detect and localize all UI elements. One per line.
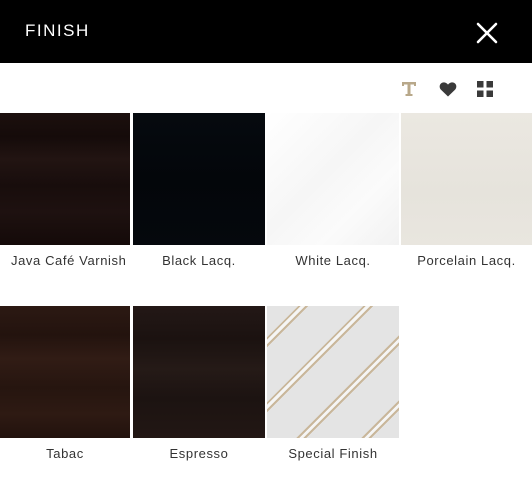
heart-icon — [439, 82, 457, 97]
close-icon — [476, 22, 498, 44]
grid-view-button[interactable] — [475, 79, 495, 99]
text-icon — [402, 82, 416, 96]
text-view-button[interactable] — [399, 79, 419, 99]
grid-icon — [477, 81, 493, 97]
finish-tile-porcelain-lacq[interactable]: Porcelain Lacq. — [401, 113, 532, 293]
finish-label: Java Café Varnish — [11, 253, 127, 268]
finish-label: Espresso — [169, 446, 229, 461]
close-button[interactable] — [474, 20, 500, 46]
finish-tile-tabac[interactable]: Tabac — [0, 306, 130, 478]
finish-swatch-espresso — [133, 306, 265, 438]
finish-swatch-tabac — [0, 306, 130, 438]
finish-tile-special-finish[interactable]: Special Finish — [267, 306, 399, 478]
finish-swatch-white-lacq — [267, 113, 399, 245]
finish-swatch-porcelain-lacq — [401, 113, 532, 245]
finish-label: Black Lacq. — [162, 253, 236, 268]
favorites-button[interactable] — [438, 79, 458, 99]
finish-label: Porcelain Lacq. — [417, 253, 516, 268]
panel-header: FINISH — [0, 0, 532, 63]
finish-tile-white-lacq[interactable]: White Lacq. — [267, 113, 399, 293]
finish-label: Special Finish — [288, 446, 378, 461]
finish-tile-espresso[interactable]: Espresso — [133, 306, 265, 478]
finish-tile-java-cafe-varnish[interactable]: Java Café Varnish — [0, 113, 130, 293]
finish-swatch-special-finish — [267, 306, 399, 438]
finish-swatch-black-lacq — [133, 113, 265, 245]
panel-title: FINISH — [25, 21, 90, 40]
finish-label: Tabac — [46, 446, 84, 461]
finish-swatch-java-cafe-varnish — [0, 113, 130, 245]
finish-label: White Lacq. — [295, 253, 371, 268]
finish-tile-black-lacq[interactable]: Black Lacq. — [133, 113, 265, 293]
